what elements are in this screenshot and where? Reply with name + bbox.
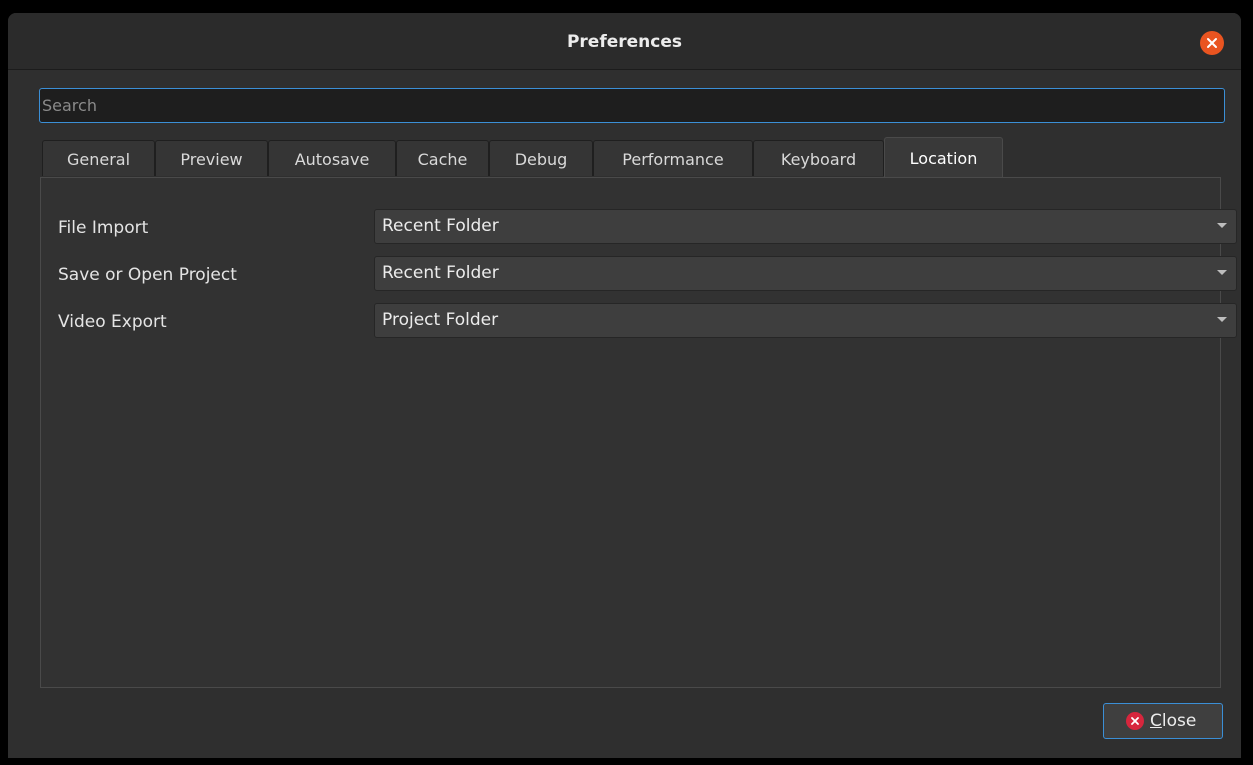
search-field[interactable] [39, 88, 1225, 123]
titlebar: Preferences [8, 13, 1241, 70]
location-panel: File Import Recent Folder Save or Open P… [40, 177, 1237, 688]
file-import-value: Recent Folder [382, 216, 499, 236]
window-close-button[interactable] [1200, 31, 1224, 55]
save-open-project-dropdown[interactable]: Recent Folder [374, 256, 1237, 291]
video-export-dropdown[interactable]: Project Folder [374, 303, 1237, 338]
setting-label-file-import: File Import [58, 218, 149, 238]
close-mnemonic: C [1150, 711, 1162, 731]
tab-autosave[interactable]: Autosave [268, 140, 396, 176]
close-circle-icon [1126, 712, 1144, 730]
tab-cache[interactable]: Cache [396, 140, 489, 176]
chevron-down-icon [1217, 223, 1227, 228]
tab-performance[interactable]: Performance [593, 140, 753, 176]
tab-general[interactable]: General [42, 140, 155, 176]
setting-label-save-open-project: Save or Open Project [58, 265, 237, 285]
tab-debug[interactable]: Debug [489, 140, 593, 176]
tab-location[interactable]: Location [884, 137, 1003, 178]
chevron-down-icon [1217, 270, 1227, 275]
search-input[interactable] [42, 89, 1222, 122]
video-export-value: Project Folder [382, 310, 499, 330]
preferences-window: Preferences General Preview Autosave Cac… [8, 13, 1241, 758]
chevron-down-icon [1217, 317, 1227, 322]
save-open-project-value: Recent Folder [382, 263, 499, 283]
window-title: Preferences [566, 32, 683, 52]
close-button-label: Close [1150, 704, 1196, 738]
close-icon [1207, 38, 1217, 48]
close-label-rest: lose [1161, 711, 1197, 731]
tab-keyboard[interactable]: Keyboard [753, 140, 884, 176]
file-import-dropdown[interactable]: Recent Folder [374, 209, 1237, 244]
close-button[interactable]: Close [1103, 703, 1223, 739]
setting-label-video-export: Video Export [58, 312, 167, 332]
tab-preview[interactable]: Preview [155, 140, 268, 176]
